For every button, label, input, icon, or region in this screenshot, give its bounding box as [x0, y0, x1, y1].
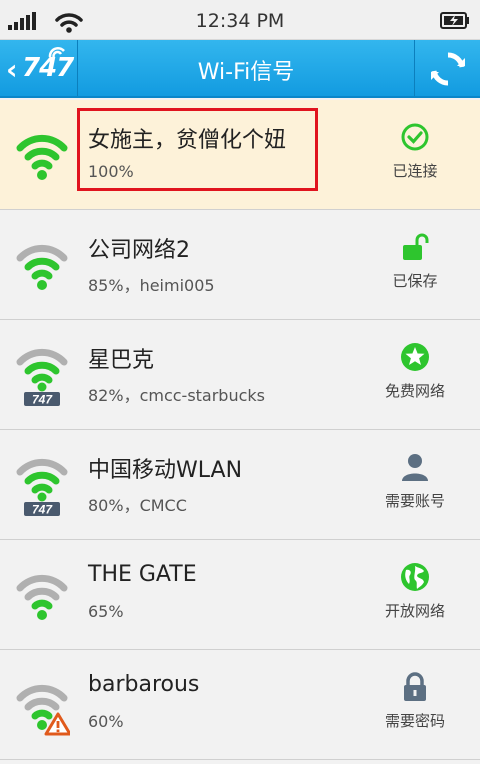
battery-icon	[440, 12, 469, 29]
wifi-row[interactable]: 女施主，贫僧化个妞 100% 已连接	[0, 100, 480, 210]
wifi-detail: 85%，heimi005	[88, 276, 215, 295]
star-circle-icon	[401, 343, 429, 371]
badge-text: 747	[32, 393, 53, 407]
chevron-left-icon: ‹	[6, 53, 18, 86]
wifi-row[interactable]: THE GATE 65% 开放网络	[0, 540, 480, 650]
wifi-signal-medium-icon	[16, 574, 68, 620]
wifi-status-label: 开放网络	[384, 602, 445, 620]
wifi-row[interactable]: 747 中国移动WLAN 80%，CMCC 需要账号	[0, 430, 480, 540]
wifi-ssid: 中国移动WLAN	[88, 458, 243, 483]
globe-icon	[401, 563, 429, 591]
wifi-row[interactable]: 747 星巴克 82%，cmcc-starbucks 免费网络	[0, 320, 480, 430]
wifi-list: 女施主，贫僧化个妞 100% 已连接 公司网络2 85%，heimi005 已保…	[0, 100, 480, 760]
check-circle-icon	[401, 123, 429, 151]
unlock-icon	[403, 233, 429, 260]
refresh-icon	[431, 52, 465, 86]
wifi-status-label: 免费网络	[384, 382, 445, 400]
refresh-button[interactable]	[414, 40, 480, 96]
wifi-signal-full-icon	[16, 134, 68, 180]
wifi-detail: 82%，cmcc-starbucks	[88, 386, 266, 405]
status-bar: 12:34 PM	[0, 0, 480, 40]
status-time: 12:34 PM	[195, 10, 285, 32]
nav-bar: ‹ 747 Wi-Fi信号	[0, 40, 480, 98]
wifi-row[interactable]: barbarous 60% 需要密码	[0, 650, 480, 760]
wifi-detail: 60%	[88, 712, 124, 731]
wifi-row[interactable]: 公司网络2 85%，heimi005 已保存	[0, 210, 480, 320]
wifi-signal-747-icon: 747	[16, 458, 68, 517]
badge-text: 747	[32, 503, 53, 517]
wifi-detail: 80%，CMCC	[88, 496, 187, 515]
page-title: Wi-Fi信号	[197, 60, 295, 85]
wifi-status-label: 已连接	[392, 162, 438, 180]
wifi-signal-747-icon: 747	[16, 348, 68, 407]
wifi-detail: 65%	[88, 602, 124, 621]
lock-icon	[404, 672, 426, 701]
highlight-annotation-box	[77, 108, 318, 191]
wifi-ssid: barbarous	[88, 672, 200, 697]
wifi-signal-strong-icon	[16, 244, 68, 290]
wifi-signal-warning-icon	[16, 684, 70, 736]
wifi-status-label: 已保存	[392, 272, 438, 290]
wifi-status-label: 需要密码	[384, 712, 445, 730]
wifi-status-label: 需要账号	[384, 492, 445, 510]
user-icon	[402, 454, 428, 481]
wifi-ssid: THE GATE	[88, 562, 197, 587]
app-logo: 747	[22, 53, 74, 83]
back-button[interactable]: ‹ 747	[0, 40, 78, 96]
wifi-ssid: 星巴克	[88, 348, 155, 373]
wifi-ssid: 公司网络2	[88, 238, 190, 263]
